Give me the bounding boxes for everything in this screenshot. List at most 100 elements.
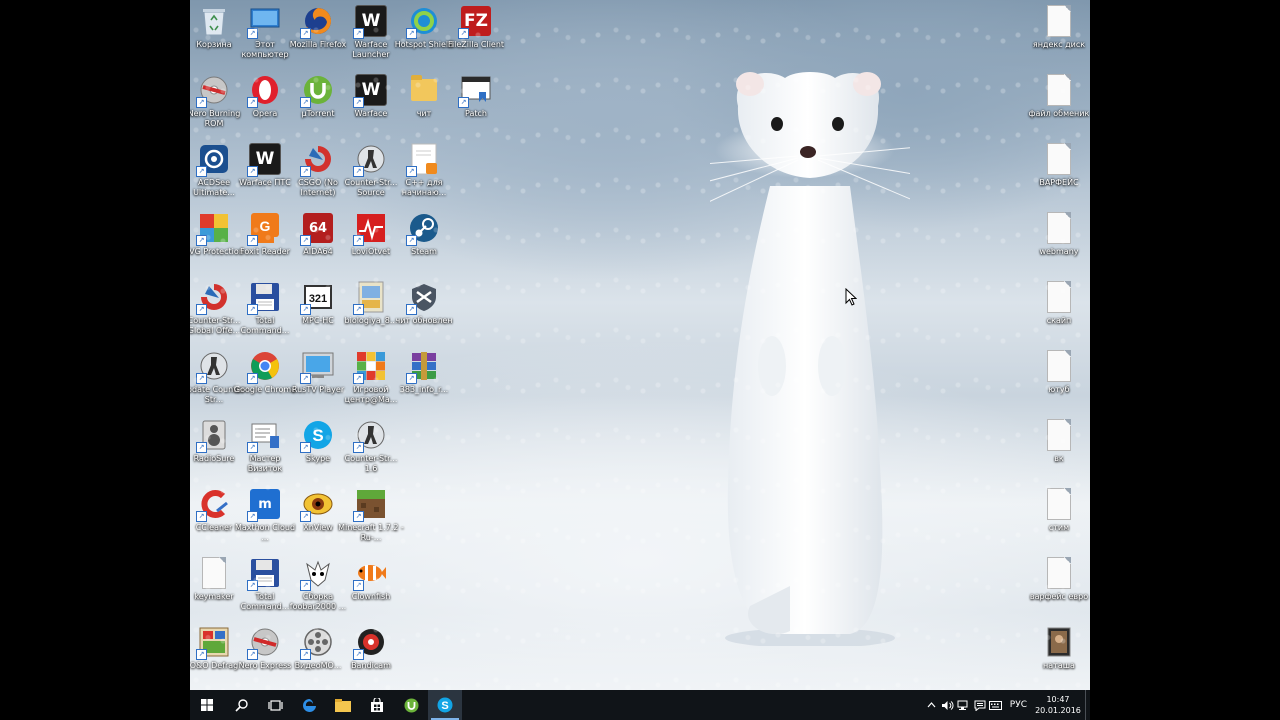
show-desktop-button[interactable] [1085,690,1090,720]
shortcut-arrow-icon: ↗ [300,373,311,384]
shortcut-arrow-icon: ↗ [406,28,417,39]
desktop-icon-label: AIDA64 [303,247,333,256]
shortcut-arrow-icon: ↗ [196,373,207,384]
desktop: Корзина ↗ Этот компьютер ↗ Mozilla Firefox W ↗… [190,0,1090,720]
shortcut-arrow-icon: ↗ [353,166,364,177]
minecraft-icon: ↗ [353,487,388,522]
shortcut-arrow-icon: ↗ [196,235,207,246]
desktop-icon-label: яндекс диск [1032,40,1086,49]
shortcut-arrow-icon: ↗ [247,166,258,177]
show-hidden-icons-button[interactable] [925,690,939,720]
desktop-icon[interactable]: ↗ Minecraft 1.7.2 - Ru-... [337,487,405,543]
network-button[interactable] [957,690,971,720]
shortcut-arrow-icon: ↗ [247,511,258,522]
desktop-icon[interactable]: ↗ Bandicam [337,625,405,671]
desktop-icon-label: 383_info_r... [399,385,449,394]
shortcut-arrow-icon: ↗ [300,442,311,453]
desktop-icon-label: Counter-Str... 1.6 [344,454,398,473]
store-icon [371,698,383,712]
wallpaper-ermine [710,72,910,646]
film-reel-icon: ↗ [300,625,335,660]
desktop-icon[interactable]: файл обменик [1025,73,1090,119]
desktop-icon-label: Steam [411,247,437,256]
shortcut-arrow-icon: ↗ [300,235,311,246]
shortcut-arrow-icon: ↗ [353,28,364,39]
bandicam-icon: ↗ [353,625,388,660]
shield-cheat-icon: ↗ [406,280,441,315]
shortcut-arrow-icon: ↗ [247,304,258,315]
taskbar-store[interactable] [360,690,394,720]
shortcut-arrow-icon: ↗ [196,166,207,177]
clock[interactable]: 10:47 20.01.2016 [1033,694,1083,716]
desktop-icon[interactable]: яндекс диск [1025,4,1090,50]
taskbar: S РУС 10:47 20.01.2016 [190,690,1090,720]
hotspot-shield-icon: ↗ [406,4,441,39]
book-icon: ↗ [353,280,388,315]
desktop-icon-label: LoviOtvet [351,247,391,256]
keyboard-button[interactable] [989,690,1003,720]
desktop-icon[interactable]: вк [1025,418,1090,464]
desktop-icon-label: Patch [465,109,487,118]
taskbar-file-explorer[interactable] [326,690,360,720]
desktop-icon[interactable]: FZ ↗ FileZilla Client [442,4,510,50]
xnview-icon: ↗ [300,487,335,522]
volume-button[interactable] [941,690,955,720]
start-icon [201,699,213,711]
recycle-bin-icon [197,4,231,38]
counter-strike-icon: ↗ [353,142,388,177]
counter-strike-icon: ↗ [196,349,231,384]
desktop-icon[interactable]: ВАРФЕЙС [1025,142,1090,188]
nero-icon: ↗ [247,625,282,660]
desktop-icon[interactable]: варфейс евро [1025,556,1090,602]
ccleaner-icon: ↗ [196,487,231,522]
opera-icon: ↗ [247,73,282,108]
desktop-icon-label: Warface [354,109,388,118]
desktop-icon[interactable]: стим [1025,487,1090,533]
chevron-up-icon [927,702,936,708]
photo-icon [1042,625,1076,659]
document-icon [1042,211,1076,245]
action-center-button[interactable] [973,690,987,720]
desktop-icon-label: webmany [1039,247,1079,256]
document-icon [1042,418,1076,452]
desktop-icon[interactable]: наташа [1025,625,1090,671]
taskbar-edge[interactable] [292,690,326,720]
start-button[interactable] [190,690,224,720]
desktop-icon-label: Foxit Reader [240,247,290,256]
desktop-icon[interactable]: ↗ C++ для начинаю... [390,142,458,198]
document-icon [1042,487,1076,521]
search-button[interactable] [224,690,258,720]
language-indicator[interactable]: РУС [1004,700,1033,710]
document-icon [1042,73,1076,107]
desktop-icon[interactable]: webmany [1025,211,1090,257]
desktop-icon[interactable]: ↗ Clownfish [337,556,405,602]
defrag-icon: ↗ [196,625,231,660]
foxit-icon: G ↗ [247,211,282,246]
desktop-icon[interactable]: ↗ чит обновлен [390,280,458,326]
task-view-icon [267,699,283,711]
shortcut-arrow-icon: ↗ [247,649,258,660]
maxthon-icon: m ↗ [247,487,282,522]
chrome-icon: ↗ [247,349,282,384]
shortcut-arrow-icon: ↗ [458,97,469,108]
computer-icon: ↗ [247,4,282,39]
shortcut-arrow-icon: ↗ [406,373,417,384]
utorrent-icon: ↗ [300,73,335,108]
task-view-button[interactable] [258,690,292,720]
file-explorer-icon [335,698,351,712]
taskbar-skype[interactable]: S [428,690,462,720]
desktop-icon-label: CCleaner [195,523,233,532]
desktop-icon[interactable]: ↗ 383_info_r... [390,349,458,395]
desktop-icon[interactable]: ↗ Steam [390,211,458,257]
desktop-icon[interactable]: ↗ Counter-Str... 1.6 [337,418,405,474]
desktop-icon[interactable]: скайп [1025,280,1090,326]
svg-text:321: 321 [309,293,327,305]
acdsee-icon: ↗ [196,142,231,177]
shortcut-arrow-icon: ↗ [247,235,258,246]
taskbar-utorrent[interactable] [394,690,428,720]
mpc-hc-icon: 321 ↗ [300,280,335,315]
action-center-icon [974,700,986,711]
shortcut-arrow-icon: ↗ [247,373,258,384]
desktop-icon[interactable]: ↗ Patch [442,73,510,119]
desktop-icon[interactable]: ютуб [1025,349,1090,395]
